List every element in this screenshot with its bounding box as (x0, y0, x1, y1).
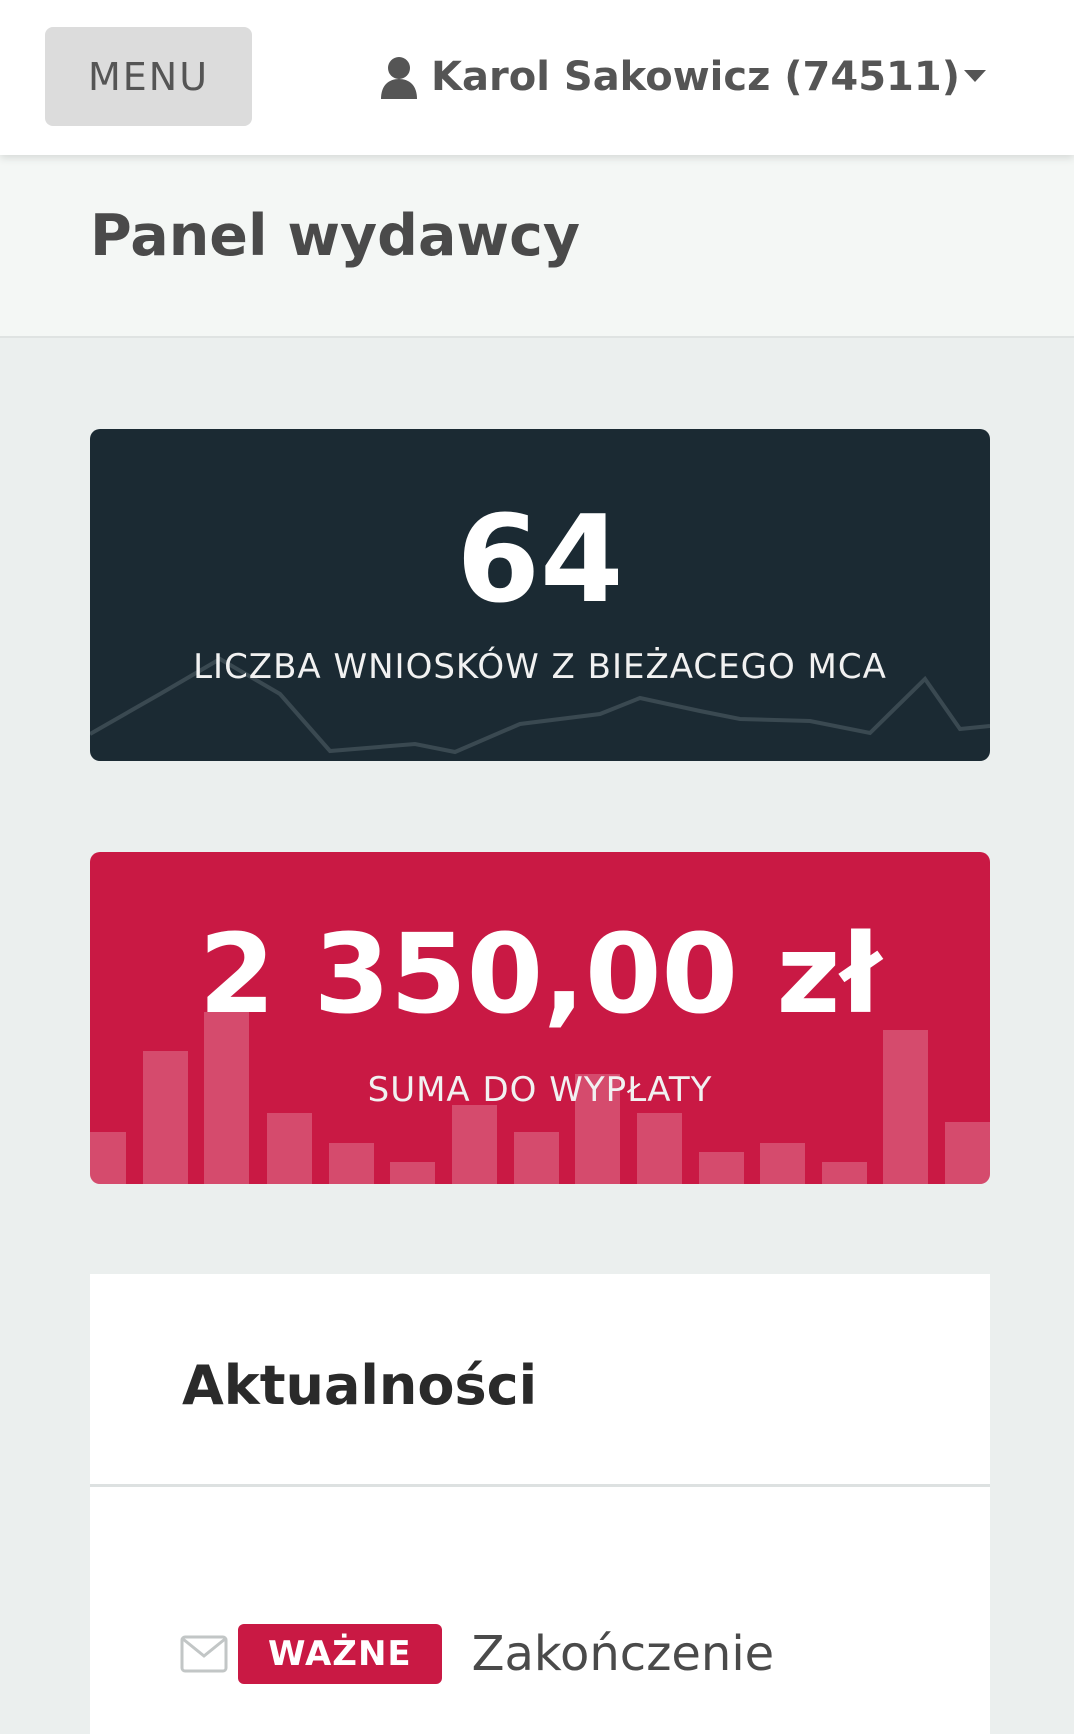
news-title: Aktualności (182, 1354, 538, 1417)
payout-amount: 2 350,00 zł (198, 910, 882, 1038)
requests-stat-card: 64 LICZBA WNIOSKÓW Z BIEŻACEGO MCA (90, 429, 990, 761)
requests-label: LICZBA WNIOSKÓW Z BIEŻACEGO MCA (193, 647, 887, 687)
menu-button[interactable]: MENU (45, 27, 252, 126)
payout-label: SUMA DO WYPŁATY (367, 1070, 713, 1110)
top-bar: MENU Karol Sakowicz (74511) (0, 0, 1074, 155)
news-header: Aktualności (90, 1274, 990, 1487)
page-title: Panel wydawcy (90, 203, 581, 269)
page-header: Panel wydawcy (0, 155, 1074, 338)
menu-button-label: MENU (87, 54, 210, 99)
news-item-title[interactable]: Zakończenie (472, 1626, 775, 1682)
user-icon (381, 57, 418, 99)
payout-stat-card: 2 350,00 zł SUMA DO WYPŁATY (90, 852, 990, 1184)
news-panel: Aktualności WAŻNE Zakończenie (90, 1274, 990, 1734)
important-badge: WAŻNE (238, 1624, 442, 1684)
envelope-icon (180, 1635, 228, 1673)
user-name: Karol Sakowicz (74511) (431, 54, 960, 100)
requests-count: 64 (456, 491, 624, 630)
caret-down-icon (964, 70, 986, 82)
user-dropdown[interactable]: Karol Sakowicz (74511) (379, 44, 998, 110)
news-item[interactable]: WAŻNE Zakończenie (180, 1624, 774, 1684)
